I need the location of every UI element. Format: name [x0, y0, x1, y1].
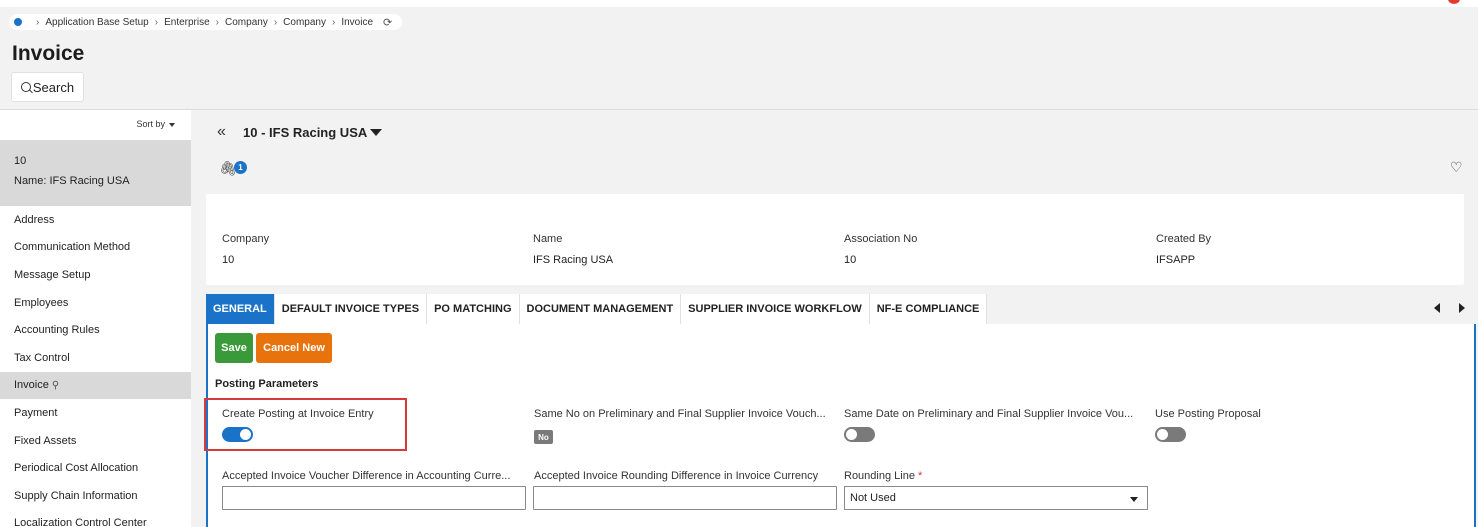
sidebar-item-payment[interactable]: Payment — [0, 399, 191, 427]
breadcrumb-item[interactable]: Enterprise — [164, 17, 210, 28]
tab-document-management[interactable]: DOCUMENT MANAGEMENT — [519, 294, 682, 324]
same-date-toggle[interactable] — [844, 427, 875, 442]
breadcrumb-item[interactable]: Application Base Setup — [45, 17, 148, 28]
created-by-field: Created By IFSAPP — [1156, 233, 1211, 266]
caret-down-icon — [169, 122, 175, 127]
attachment-count-badge: 1 — [234, 161, 247, 174]
breadcrumb: › Application Base Setup › Enterprise › … — [9, 14, 403, 30]
field-value: IFSAPP — [1156, 254, 1196, 266]
sidebar-item-communication-method[interactable]: Communication Method — [0, 234, 191, 262]
sidebar-item-fixed-assets[interactable]: Fixed Assets — [0, 427, 191, 455]
same-no-label: Same No on Preliminary and Final Supplie… — [534, 408, 826, 420]
rounding-line-value: Not Used — [850, 492, 896, 504]
chevron-right-icon: › — [273, 16, 278, 28]
sidebar: Sort by 10 Name: IFS Racing USA Address … — [0, 110, 191, 527]
field-label: Association No — [844, 233, 918, 245]
cancel-new-button[interactable]: Cancel New — [256, 333, 332, 363]
field-value: 10 — [844, 254, 857, 266]
sort-by-label: Sort by — [136, 119, 165, 129]
top-strip — [0, 0, 1478, 7]
sidebar-item-employees[interactable]: Employees — [0, 289, 191, 317]
tab-scroll-left-icon[interactable] — [1434, 303, 1440, 313]
tab-nfe-compliance[interactable]: NF-E COMPLIANCE — [869, 294, 988, 324]
chevron-right-icon: › — [215, 16, 220, 28]
chevron-right-icon: › — [331, 16, 336, 28]
field-value: 10 — [222, 254, 235, 266]
record-title[interactable]: 10 - IFS Racing USA — [243, 125, 367, 140]
search-button[interactable]: Search — [11, 72, 84, 102]
field-label: Company — [222, 233, 270, 245]
search-label: Search — [32, 79, 75, 95]
rounding-line-text: Rounding Line — [844, 470, 915, 482]
accepted-voucher-diff-input[interactable] — [222, 486, 526, 510]
heart-icon[interactable]: ♡ — [1450, 159, 1463, 176]
sidebar-item-accounting-rules[interactable]: Accounting Rules — [0, 316, 191, 344]
header-card: Company 10 Name IFS Racing USA Associati… — [206, 194, 1464, 285]
association-no-field: Association No 10 — [844, 233, 917, 266]
company-field: Company 10 — [222, 233, 269, 266]
double-chevron-left-icon[interactable]: « — [217, 123, 226, 141]
section-title: Posting Parameters — [215, 378, 319, 390]
rounding-line-select[interactable]: Not Used — [844, 486, 1148, 510]
field-label: Name — [533, 233, 563, 245]
record-id: 10 — [14, 155, 27, 167]
accepted-rounding-diff-label: Accepted Invoice Rounding Difference in … — [534, 470, 819, 482]
name-field: Name IFS Racing USA — [533, 233, 613, 266]
chevron-right-icon: › — [36, 16, 40, 28]
tab-supplier-invoice-workflow[interactable]: SUPPLIER INVOICE WORKFLOW — [681, 294, 870, 324]
breadcrumb-item[interactable]: Invoice — [341, 17, 373, 28]
use-posting-proposal-label: Use Posting Proposal — [1155, 408, 1261, 420]
caret-down-icon — [1130, 497, 1138, 502]
search-icon — [20, 82, 31, 92]
tab-scroll-right-icon[interactable] — [1459, 303, 1465, 313]
sidebar-item-localization-control-center[interactable]: Localization Control Center — [0, 510, 191, 527]
home-icon[interactable] — [14, 18, 22, 26]
sort-by-button[interactable]: Sort by — [136, 119, 175, 129]
caret-down-icon[interactable] — [370, 129, 382, 136]
field-label: Created By — [1156, 233, 1212, 245]
divider — [0, 109, 1478, 110]
use-posting-proposal-toggle[interactable] — [1155, 427, 1186, 442]
same-no-value[interactable]: No — [534, 430, 553, 444]
sidebar-item-tax-control[interactable]: Tax Control — [0, 344, 191, 372]
breadcrumb-item[interactable]: Company — [225, 17, 268, 28]
refresh-icon[interactable]: ⟳ — [383, 16, 392, 29]
highlight-box — [204, 398, 407, 451]
same-date-label: Same Date on Preliminary and Final Suppl… — [844, 408, 1134, 420]
accepted-rounding-diff-input[interactable] — [533, 486, 837, 510]
breadcrumb-item[interactable]: Company — [283, 17, 326, 28]
pin-icon[interactable]: ⚲ — [52, 380, 59, 391]
tab-bar: GENERAL DEFAULT INVOICE TYPES PO MATCHIN… — [206, 294, 988, 324]
save-button[interactable]: Save — [215, 333, 253, 363]
sidebar-item-address[interactable]: Address — [0, 206, 191, 234]
tab-default-invoice-types[interactable]: DEFAULT INVOICE TYPES — [274, 294, 428, 324]
rounding-line-label: Rounding Line * — [844, 470, 922, 482]
record-card[interactable]: 10 Name: IFS Racing USA — [0, 140, 191, 206]
tab-general[interactable]: GENERAL — [206, 294, 275, 324]
sidebar-item-invoice[interactable]: Invoice ⚲ — [0, 371, 191, 400]
tab-po-matching[interactable]: PO MATCHING — [427, 294, 520, 324]
sidebar-item-supply-chain-information[interactable]: Supply Chain Information — [0, 482, 191, 510]
sidebar-item-label: Invoice — [14, 379, 49, 392]
required-marker: * — [918, 470, 923, 482]
page-title: Invoice — [12, 42, 85, 65]
field-value: IFS Racing USA — [533, 254, 614, 266]
sidebar-item-periodical-cost-allocation[interactable]: Periodical Cost Allocation — [0, 454, 191, 482]
sidebar-nav: Address Communication Method Message Set… — [0, 206, 191, 527]
record-name: Name: IFS Racing USA — [14, 175, 130, 187]
chevron-right-icon: › — [154, 16, 159, 28]
accepted-voucher-diff-label: Accepted Invoice Voucher Difference in A… — [222, 470, 511, 482]
sidebar-item-message-setup[interactable]: Message Setup — [0, 261, 191, 289]
